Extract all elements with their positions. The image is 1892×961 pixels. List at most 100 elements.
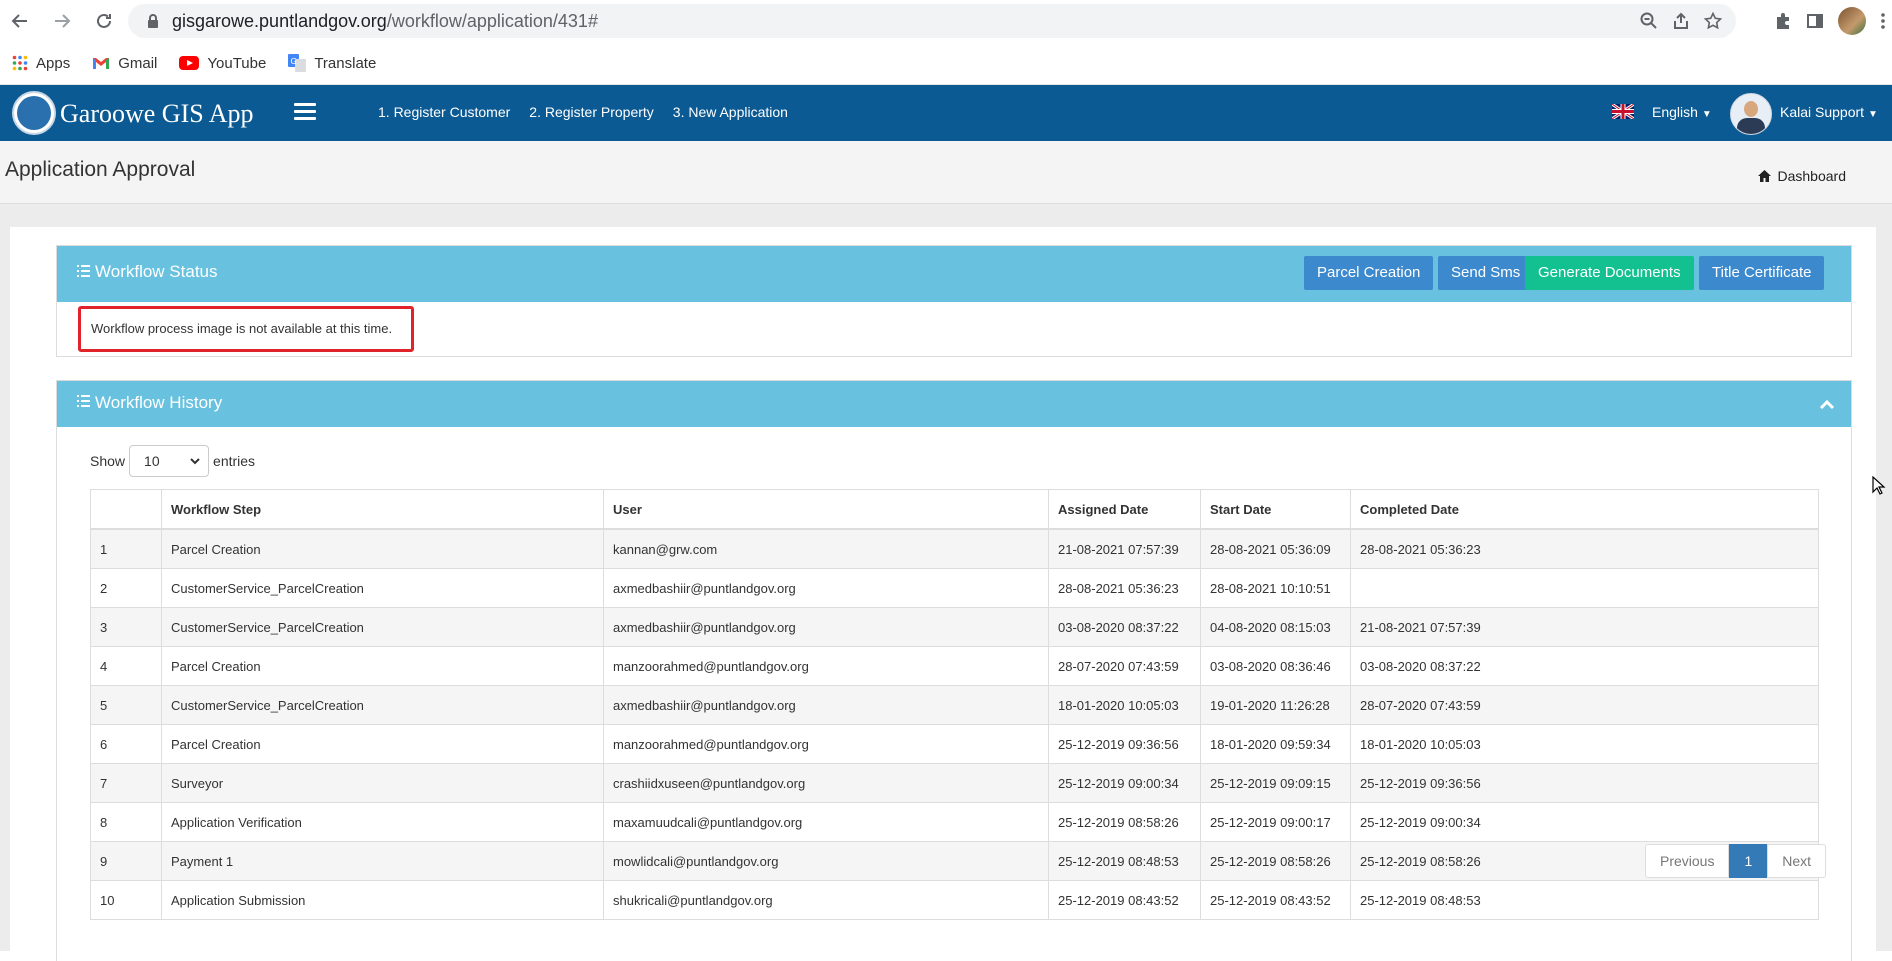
bookmark-label: Translate <box>314 54 377 72</box>
bookmark-translate[interactable]: G Translate <box>288 54 376 72</box>
profile-avatar[interactable] <box>1838 7 1866 35</box>
cell-index: 2 <box>90 568 162 608</box>
table-row[interactable]: 9 Payment 1 mowlidcali@puntlandgov.org 25-1… <box>90 841 1819 881</box>
bookmark-youtube[interactable]: YouTube <box>179 55 266 72</box>
nav-register-property[interactable]: 2. Register Property <box>529 104 654 120</box>
cell-workflow-step: CustomerService_ParcelCreation <box>161 568 604 608</box>
user-name-label: Kalai Support <box>1780 104 1865 120</box>
entries-label: entries <box>213 453 256 469</box>
svg-text:G: G <box>291 57 297 66</box>
cell-completed-date: 25-12-2019 08:48:53 <box>1350 880 1819 920</box>
column-header-start-date[interactable]: Start Date <box>1200 489 1351 530</box>
app-brand[interactable]: Garoowe GIS App <box>60 99 254 129</box>
language-label: English <box>1652 104 1698 120</box>
cell-assigned-date: 25-12-2019 09:36:56 <box>1048 724 1201 764</box>
panel-title: Workflow Status <box>95 262 218 281</box>
column-header-index[interactable] <box>90 489 162 530</box>
table-body: 1 Parcel Creation kannan@grw.com 21-08-2021… <box>90 528 1819 920</box>
entries-select[interactable]: 10 <box>129 445 210 477</box>
column-header-completed-date[interactable]: Completed Date <box>1350 489 1819 530</box>
back-arrow-icon[interactable] <box>6 7 34 35</box>
cell-user: manzoorahmed@puntlandgov.org <box>603 724 1049 764</box>
table-row[interactable]: 6 Parcel Creation manzoorahmed@puntlandgov… <box>90 724 1819 764</box>
cell-completed-date: 18-01-2020 10:05:03 <box>1350 724 1819 764</box>
zoom-icon[interactable] <box>1640 12 1658 30</box>
extensions-puzzle-icon[interactable] <box>1774 12 1792 30</box>
cell-workflow-step: CustomerService_ParcelCreation <box>161 685 604 725</box>
table-row[interactable]: 1 Parcel Creation kannan@grw.com 21-08-2021… <box>90 528 1819 569</box>
column-header-workflow-step[interactable]: Workflow Step <box>161 489 604 530</box>
app-logo[interactable] <box>12 91 56 135</box>
translate-icon: G <box>288 54 307 72</box>
table-row[interactable]: 7 Surveyor crashiidxuseen@puntlandgov.org 2… <box>90 763 1819 803</box>
cell-user: maxamuudcali@puntlandgov.org <box>603 802 1049 842</box>
workflow-history-header[interactable]: Workflow History <box>57 381 1851 427</box>
cell-workflow-step: Parcel Creation <box>161 528 604 569</box>
caret-down-icon: ▼ <box>1701 109 1712 120</box>
bookmark-gmail[interactable]: Gmail <box>92 55 157 72</box>
cell-index: 4 <box>90 646 162 686</box>
language-dropdown[interactable]: English ▼ <box>1652 104 1712 120</box>
table-row[interactable]: 4 Parcel Creation manzoorahmed@puntlandgov… <box>90 646 1819 686</box>
pagination-next[interactable]: Next <box>1767 844 1827 878</box>
cell-completed-date: 03-08-2020 08:37:22 <box>1350 646 1819 686</box>
cell-index: 1 <box>90 528 162 569</box>
cell-assigned-date: 25-12-2019 09:00:34 <box>1048 763 1201 803</box>
title-certificate-button[interactable]: Title Certificate <box>1699 256 1825 290</box>
parcel-creation-button[interactable]: Parcel Creation <box>1304 256 1434 290</box>
pagination-page-1[interactable]: 1 <box>1729 844 1768 878</box>
browser-menu-icon[interactable] <box>1880 12 1886 30</box>
cell-assigned-date: 25-12-2019 08:43:52 <box>1048 880 1201 920</box>
user-dropdown[interactable]: Kalai Support ▼ <box>1780 104 1878 120</box>
pagination-previous[interactable]: Previous <box>1645 844 1730 878</box>
bookmarks-bar: Apps Gmail YouTube G Translate <box>0 42 1892 85</box>
table-row[interactable]: 10 Application Submission shukricali@puntl… <box>90 880 1819 920</box>
app-navbar: Garoowe GIS App 1. Register Customer 2. … <box>0 85 1892 141</box>
side-panel-icon[interactable] <box>1806 12 1824 30</box>
cell-start-date: 04-08-2020 08:15:03 <box>1200 607 1351 647</box>
hamburger-menu-icon[interactable] <box>294 103 316 124</box>
bookmark-star-icon[interactable] <box>1704 12 1722 30</box>
page-title: Application Approval <box>5 158 196 181</box>
table-row[interactable]: 5 CustomerService_ParcelCreation axmedbash… <box>90 685 1819 725</box>
bookmark-apps[interactable]: Apps <box>12 55 70 72</box>
column-header-assigned-date[interactable]: Assigned Date <box>1048 489 1201 530</box>
breadcrumb-dashboard[interactable]: Dashboard <box>1778 168 1847 184</box>
table-row[interactable]: 2 CustomerService_ParcelCreation axmedbash… <box>90 568 1819 608</box>
cell-assigned-date: 21-08-2021 07:57:39 <box>1048 528 1201 569</box>
cell-index: 9 <box>90 841 162 881</box>
workflow-image-message: Workflow process image is not available … <box>78 306 414 352</box>
cell-index: 8 <box>90 802 162 842</box>
cell-assigned-date: 28-08-2021 05:36:23 <box>1048 568 1201 608</box>
cell-user: crashiidxuseen@puntlandgov.org <box>603 763 1049 803</box>
cell-workflow-step: Surveyor <box>161 763 604 803</box>
lock-icon[interactable] <box>144 12 162 30</box>
table-row[interactable]: 8 Application Verification maxamuudcali@pu… <box>90 802 1819 842</box>
cell-start-date: 28-08-2021 05:36:09 <box>1200 528 1351 569</box>
entries-length-control: Show 10 entries <box>90 445 255 477</box>
forward-arrow-icon[interactable] <box>48 7 76 35</box>
reload-icon[interactable] <box>90 7 118 35</box>
youtube-icon <box>179 56 200 70</box>
cell-workflow-step: Parcel Creation <box>161 724 604 764</box>
generate-documents-button[interactable]: Generate Documents <box>1525 256 1694 290</box>
nav-new-application[interactable]: 3. New Application <box>673 104 788 120</box>
cell-index: 5 <box>90 685 162 725</box>
workflow-history-panel: Workflow History Show 10 entries Workflo… <box>56 380 1852 961</box>
column-header-user[interactable]: User <box>603 489 1049 530</box>
cell-assigned-date: 03-08-2020 08:37:22 <box>1048 607 1201 647</box>
chevron-up-icon[interactable] <box>1819 398 1835 410</box>
url-text[interactable]: gisgarowe.puntlandgov.org/workflow/appli… <box>172 11 598 32</box>
breadcrumb[interactable]: Dashboard <box>1757 168 1847 184</box>
nav-register-customer[interactable]: 1. Register Customer <box>378 104 510 120</box>
workflow-status-panel: Workflow Status Parcel Creation Send Sms… <box>56 245 1852 357</box>
address-bar[interactable]: gisgarowe.puntlandgov.org/workflow/appli… <box>128 4 1736 38</box>
send-sms-button[interactable]: Send Sms <box>1438 256 1534 290</box>
uk-flag-icon[interactable] <box>1612 104 1634 119</box>
cell-user: shukricali@puntlandgov.org <box>603 880 1049 920</box>
list-icon <box>77 265 90 277</box>
cell-completed-date: 25-12-2019 09:00:34 <box>1350 802 1819 842</box>
user-avatar[interactable] <box>1730 93 1772 135</box>
table-row[interactable]: 3 CustomerService_ParcelCreation axmedbash… <box>90 607 1819 647</box>
share-icon[interactable] <box>1672 12 1690 30</box>
